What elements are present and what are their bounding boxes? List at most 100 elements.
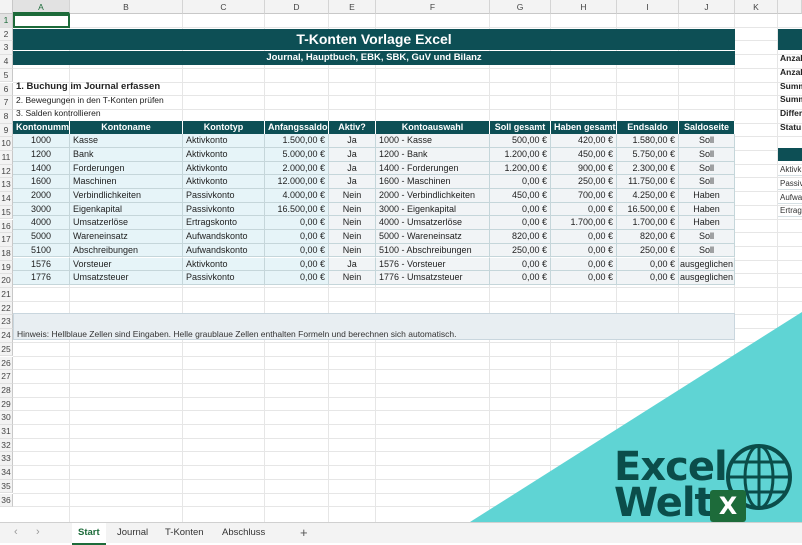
- table-cell[interactable]: 3000: [13, 202, 70, 217]
- table-cell[interactable]: 16.500,00 €: [265, 202, 329, 217]
- column-header-f[interactable]: F: [376, 0, 490, 14]
- table-cell[interactable]: Passivkonto: [183, 271, 265, 285]
- table-cell[interactable]: 5000: [13, 230, 70, 244]
- worksheet-grid[interactable]: ABCDEFGHIJK 1 2 3 4 5 6 7 8 9 10 11 12 13 14 15 16 17 18 1…: [0, 0, 802, 522]
- row-header-21[interactable]: 21: [0, 288, 13, 302]
- row-header-10[interactable]: 10: [0, 137, 13, 151]
- active-cell-cursor[interactable]: [13, 14, 70, 28]
- row-header-2[interactable]: 2: [0, 27, 13, 42]
- column-header-d[interactable]: D: [265, 0, 329, 14]
- row-header-27[interactable]: 27: [0, 370, 13, 384]
- row-header-24[interactable]: 24: [0, 329, 13, 343]
- table-cell[interactable]: 1.500,00 €: [265, 134, 329, 148]
- table-cell[interactable]: Abschreibungen: [70, 243, 183, 258]
- add-sheet-button[interactable]: +: [294, 523, 314, 543]
- table-cell[interactable]: Aktivkonto: [183, 147, 265, 162]
- table-cell[interactable]: Umsatzsteuer: [70, 271, 183, 285]
- row-header-29[interactable]: 29: [0, 397, 13, 412]
- table-cell[interactable]: Passivkonto: [183, 189, 265, 203]
- row-header-3[interactable]: 3: [0, 41, 13, 56]
- row-header-36[interactable]: 36: [0, 493, 13, 508]
- table-cell[interactable]: Aktivkonto: [183, 134, 265, 148]
- next-sheet-icon[interactable]: ›: [36, 526, 40, 538]
- tab-journal[interactable]: Journal: [111, 523, 154, 543]
- row-header-25[interactable]: 25: [0, 342, 13, 357]
- table-cell[interactable]: Verbindlichkeiten: [70, 189, 183, 203]
- table-cell[interactable]: Forderungen: [70, 161, 183, 176]
- column-header-g[interactable]: G: [490, 0, 551, 14]
- table-cell[interactable]: Passivkonto: [183, 202, 265, 217]
- table-cell[interactable]: Eigenkapital: [70, 202, 183, 217]
- table-cell[interactable]: Aufwandskonto: [183, 243, 265, 258]
- table-cell[interactable]: 5100: [13, 243, 70, 258]
- row-header-6[interactable]: 6: [0, 82, 13, 97]
- tab-abschluss[interactable]: Abschluss: [216, 523, 271, 543]
- row-header-26[interactable]: 26: [0, 356, 13, 371]
- table-cell[interactable]: 1776: [13, 271, 70, 285]
- row-header-14[interactable]: 14: [0, 192, 13, 206]
- table-cell[interactable]: Ertragskonto: [183, 216, 265, 231]
- row-header-28[interactable]: 28: [0, 383, 13, 398]
- table-cell[interactable]: 2000: [13, 189, 70, 203]
- row-header-16[interactable]: 16: [0, 219, 13, 234]
- row-header-13[interactable]: 13: [0, 178, 13, 193]
- table-cell[interactable]: Aktivkonto: [183, 175, 265, 189]
- table-cell[interactable]: Wareneinsatz: [70, 230, 183, 244]
- table-cell[interactable]: 0,00 €: [265, 230, 329, 244]
- row-header-12[interactable]: 12: [0, 164, 13, 179]
- row-header-32[interactable]: 32: [0, 438, 13, 453]
- row-header-18[interactable]: 18: [0, 246, 13, 261]
- table-cell[interactable]: 1200: [13, 147, 70, 162]
- table-cell[interactable]: 0,00 €: [265, 216, 329, 231]
- row-header-23[interactable]: 23: [0, 315, 13, 330]
- row-header-34[interactable]: 34: [0, 466, 13, 480]
- row-header-33[interactable]: 33: [0, 452, 13, 467]
- row-header-22[interactable]: 22: [0, 301, 13, 316]
- select-all-corner[interactable]: [0, 0, 13, 14]
- table-cell[interactable]: Bank: [70, 147, 183, 162]
- table-cell[interactable]: Aufwandskonto: [183, 230, 265, 244]
- table-cell[interactable]: 4.000,00 €: [265, 189, 329, 203]
- row-header-9[interactable]: 9: [0, 123, 13, 138]
- row-header-5[interactable]: 5: [0, 68, 13, 83]
- table-cell[interactable]: 1600: [13, 175, 70, 189]
- tab-start[interactable]: Start: [72, 523, 106, 545]
- row-header-20[interactable]: 20: [0, 274, 13, 288]
- table-cell[interactable]: Vorsteuer: [70, 257, 183, 272]
- row-header-8[interactable]: 8: [0, 109, 13, 124]
- table-cell[interactable]: Aktivkonto: [183, 257, 265, 272]
- table-cell[interactable]: 0,00 €: [265, 257, 329, 272]
- row-header-11[interactable]: 11: [0, 151, 13, 165]
- prev-sheet-icon[interactable]: ‹: [14, 526, 18, 538]
- row-header-31[interactable]: 31: [0, 425, 13, 439]
- table-cell[interactable]: Aktivkonto: [183, 161, 265, 176]
- column-header-a[interactable]: A: [13, 0, 70, 14]
- column-header-c[interactable]: C: [183, 0, 265, 14]
- table-cell[interactable]: 2.000,00 €: [265, 161, 329, 176]
- table-cell[interactable]: 1000: [13, 134, 70, 148]
- row-header-4[interactable]: 4: [0, 55, 13, 69]
- column-header-k[interactable]: K: [735, 0, 778, 14]
- column-header-h[interactable]: H: [551, 0, 617, 14]
- table-cell[interactable]: Kasse: [70, 134, 183, 148]
- row-header-7[interactable]: 7: [0, 96, 13, 110]
- table-cell[interactable]: 5.000,00 €: [265, 147, 329, 162]
- table-cell[interactable]: Maschinen: [70, 175, 183, 189]
- table-cell[interactable]: 0,00 €: [265, 271, 329, 285]
- table-cell[interactable]: 1576: [13, 257, 70, 272]
- table-cell[interactable]: 12.000,00 €: [265, 175, 329, 189]
- column-header-i[interactable]: I: [617, 0, 679, 14]
- column-header-b[interactable]: B: [70, 0, 183, 14]
- column-header-j[interactable]: J: [679, 0, 735, 14]
- row-header-1[interactable]: 1: [0, 14, 13, 28]
- table-cell[interactable]: 4000: [13, 216, 70, 231]
- row-header-17[interactable]: 17: [0, 233, 13, 247]
- row-header-19[interactable]: 19: [0, 260, 13, 275]
- tab-t-konten[interactable]: T-Konten: [159, 523, 210, 543]
- table-cell[interactable]: 1400: [13, 161, 70, 176]
- row-header-35[interactable]: 35: [0, 479, 13, 494]
- row-header-30[interactable]: 30: [0, 411, 13, 425]
- row-header-15[interactable]: 15: [0, 205, 13, 220]
- table-cell[interactable]: 0,00 €: [265, 243, 329, 258]
- table-cell[interactable]: Umsatzerlöse: [70, 216, 183, 231]
